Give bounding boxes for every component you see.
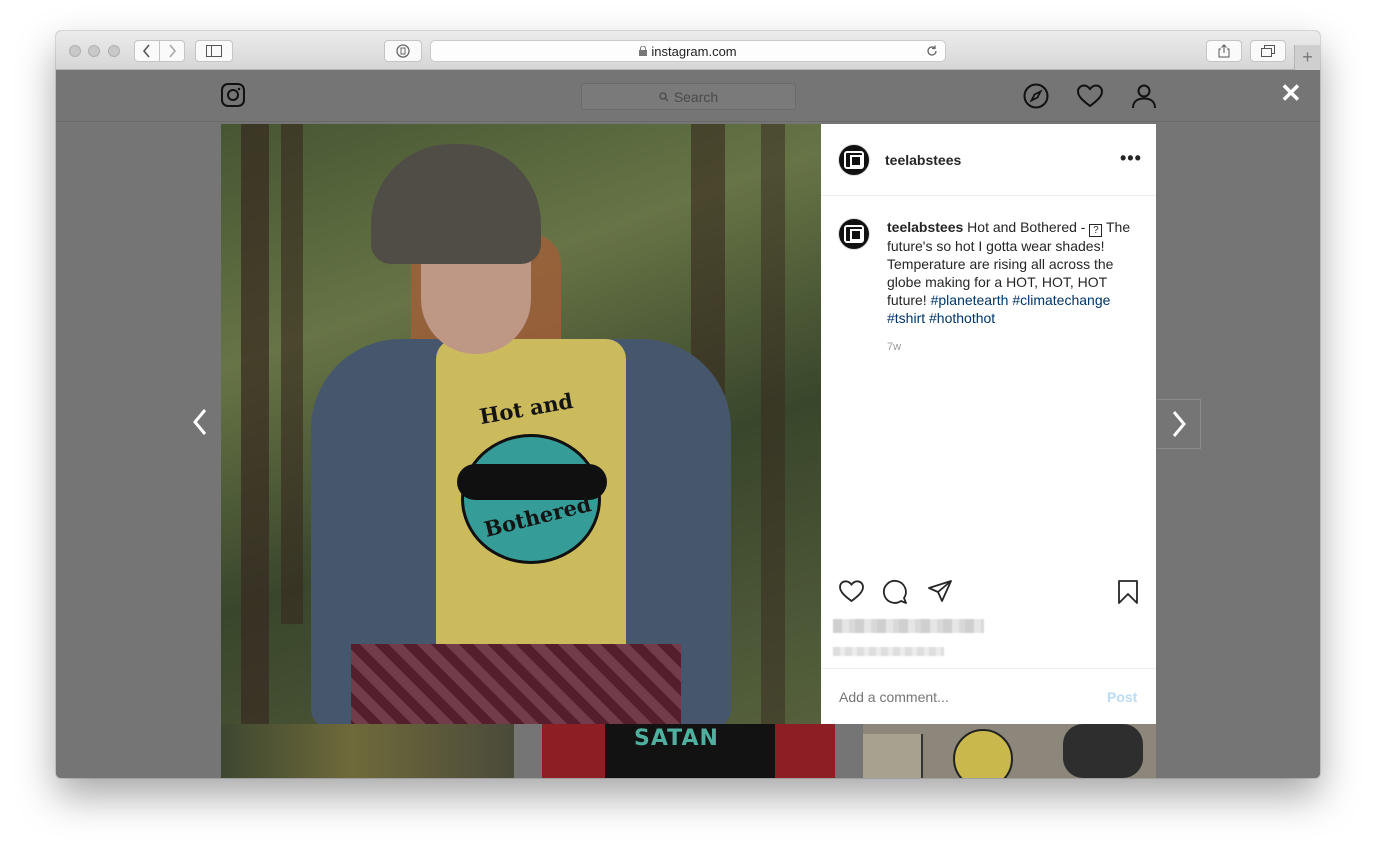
close-modal-button[interactable]: ✕	[1280, 80, 1302, 106]
browser-toolbar: instagram.com +	[56, 31, 1320, 70]
bookmark-save-icon[interactable]	[1117, 579, 1139, 605]
caption-username[interactable]: teelabstees	[887, 219, 963, 235]
reload-icon[interactable]	[925, 44, 939, 58]
zoom-window-button[interactable]	[108, 45, 120, 57]
forward-button[interactable]	[159, 40, 185, 62]
post-actions	[821, 579, 1156, 609]
url-text: instagram.com	[651, 43, 737, 59]
hashtag-link[interactable]: #hothothot	[929, 310, 995, 326]
cartoon-shape	[953, 729, 1013, 778]
previous-post-chevron-icon[interactable]	[191, 407, 211, 437]
profile-icon[interactable]	[1131, 83, 1157, 109]
privacy-report-icon	[396, 44, 410, 58]
close-window-button[interactable]	[69, 45, 81, 57]
photo-overlay	[221, 124, 821, 724]
address-bar[interactable]: instagram.com	[430, 40, 946, 62]
tabs-icon	[1261, 45, 1275, 57]
thumbnail-post[interactable]	[863, 724, 1156, 778]
chevron-right-icon	[1172, 411, 1186, 437]
new-tab-button[interactable]: +	[1294, 45, 1320, 70]
comment-input[interactable]	[839, 689, 1079, 705]
browser-window: instagram.com + Search ✕ Hot and Bothere…	[56, 31, 1320, 778]
comment-bar: Post	[821, 668, 1156, 724]
minimize-window-button[interactable]	[88, 45, 100, 57]
ig-top-nav: Search ✕	[56, 70, 1320, 122]
chevron-left-icon	[142, 44, 150, 58]
search-placeholder: Search	[673, 88, 719, 105]
comment-bubble-icon[interactable]	[882, 579, 909, 605]
more-options-button[interactable]: •••	[1120, 148, 1142, 169]
chevron-right-icon	[169, 44, 177, 58]
hashtag-link[interactable]: #climatechange	[1012, 292, 1110, 308]
thumbnail-post[interactable]: SATAN	[542, 724, 835, 778]
back-button[interactable]	[134, 40, 160, 62]
post-caption: teelabstees Hot and Bothered - ? The fut…	[887, 218, 1147, 327]
avatar[interactable]	[838, 144, 870, 176]
thumbnail-shirt-text: SATAN	[634, 726, 719, 751]
date-redacted	[833, 647, 944, 656]
unknown-glyph: ?	[1089, 224, 1103, 237]
post-header: teelabstees •••	[821, 124, 1156, 196]
thumbnail-post[interactable]	[221, 724, 514, 778]
caption-avatar[interactable]	[838, 218, 870, 250]
search-input[interactable]: Search	[581, 83, 796, 110]
lock-icon	[639, 46, 648, 56]
cartoon-shape	[1063, 724, 1143, 778]
share-button[interactable]	[1206, 40, 1242, 62]
post-username[interactable]: teelabstees	[885, 152, 961, 168]
instagram-page: Search ✕ Hot and Bothered teelabstees ••…	[56, 70, 1320, 778]
caption-text: Hot and Bothered -	[967, 219, 1090, 235]
reader-button[interactable]	[384, 40, 422, 62]
post-photo[interactable]: Hot and Bothered	[221, 124, 821, 724]
likes-count-redacted	[833, 619, 984, 633]
next-post-button[interactable]	[1156, 399, 1201, 449]
share-icon	[1218, 44, 1230, 58]
post-timestamp[interactable]: 7w	[887, 341, 901, 353]
hashtag-link[interactable]: #planetearth	[931, 292, 1009, 308]
tabs-overview-button[interactable]	[1250, 40, 1286, 62]
sidebar-toggle-button[interactable]	[195, 40, 233, 62]
like-heart-icon[interactable]	[838, 579, 865, 604]
hashtag-link[interactable]: #tshirt	[887, 310, 925, 326]
more-posts-row: SATAN	[221, 724, 1156, 778]
cartoon-shape	[863, 734, 923, 778]
post-side-panel: teelabstees ••• teelabstees Hot and Both…	[821, 124, 1156, 724]
sidebar-icon	[206, 45, 222, 57]
search-icon	[659, 91, 669, 101]
avatar-logo-shape	[850, 229, 862, 241]
avatar-logo-shape	[850, 155, 862, 167]
explore-compass-icon[interactable]	[1023, 83, 1049, 109]
post-comment-button[interactable]: Post	[1107, 689, 1137, 705]
activity-heart-icon[interactable]	[1076, 83, 1104, 109]
instagram-logo-icon[interactable]	[221, 83, 245, 107]
share-send-icon[interactable]	[927, 579, 953, 604]
